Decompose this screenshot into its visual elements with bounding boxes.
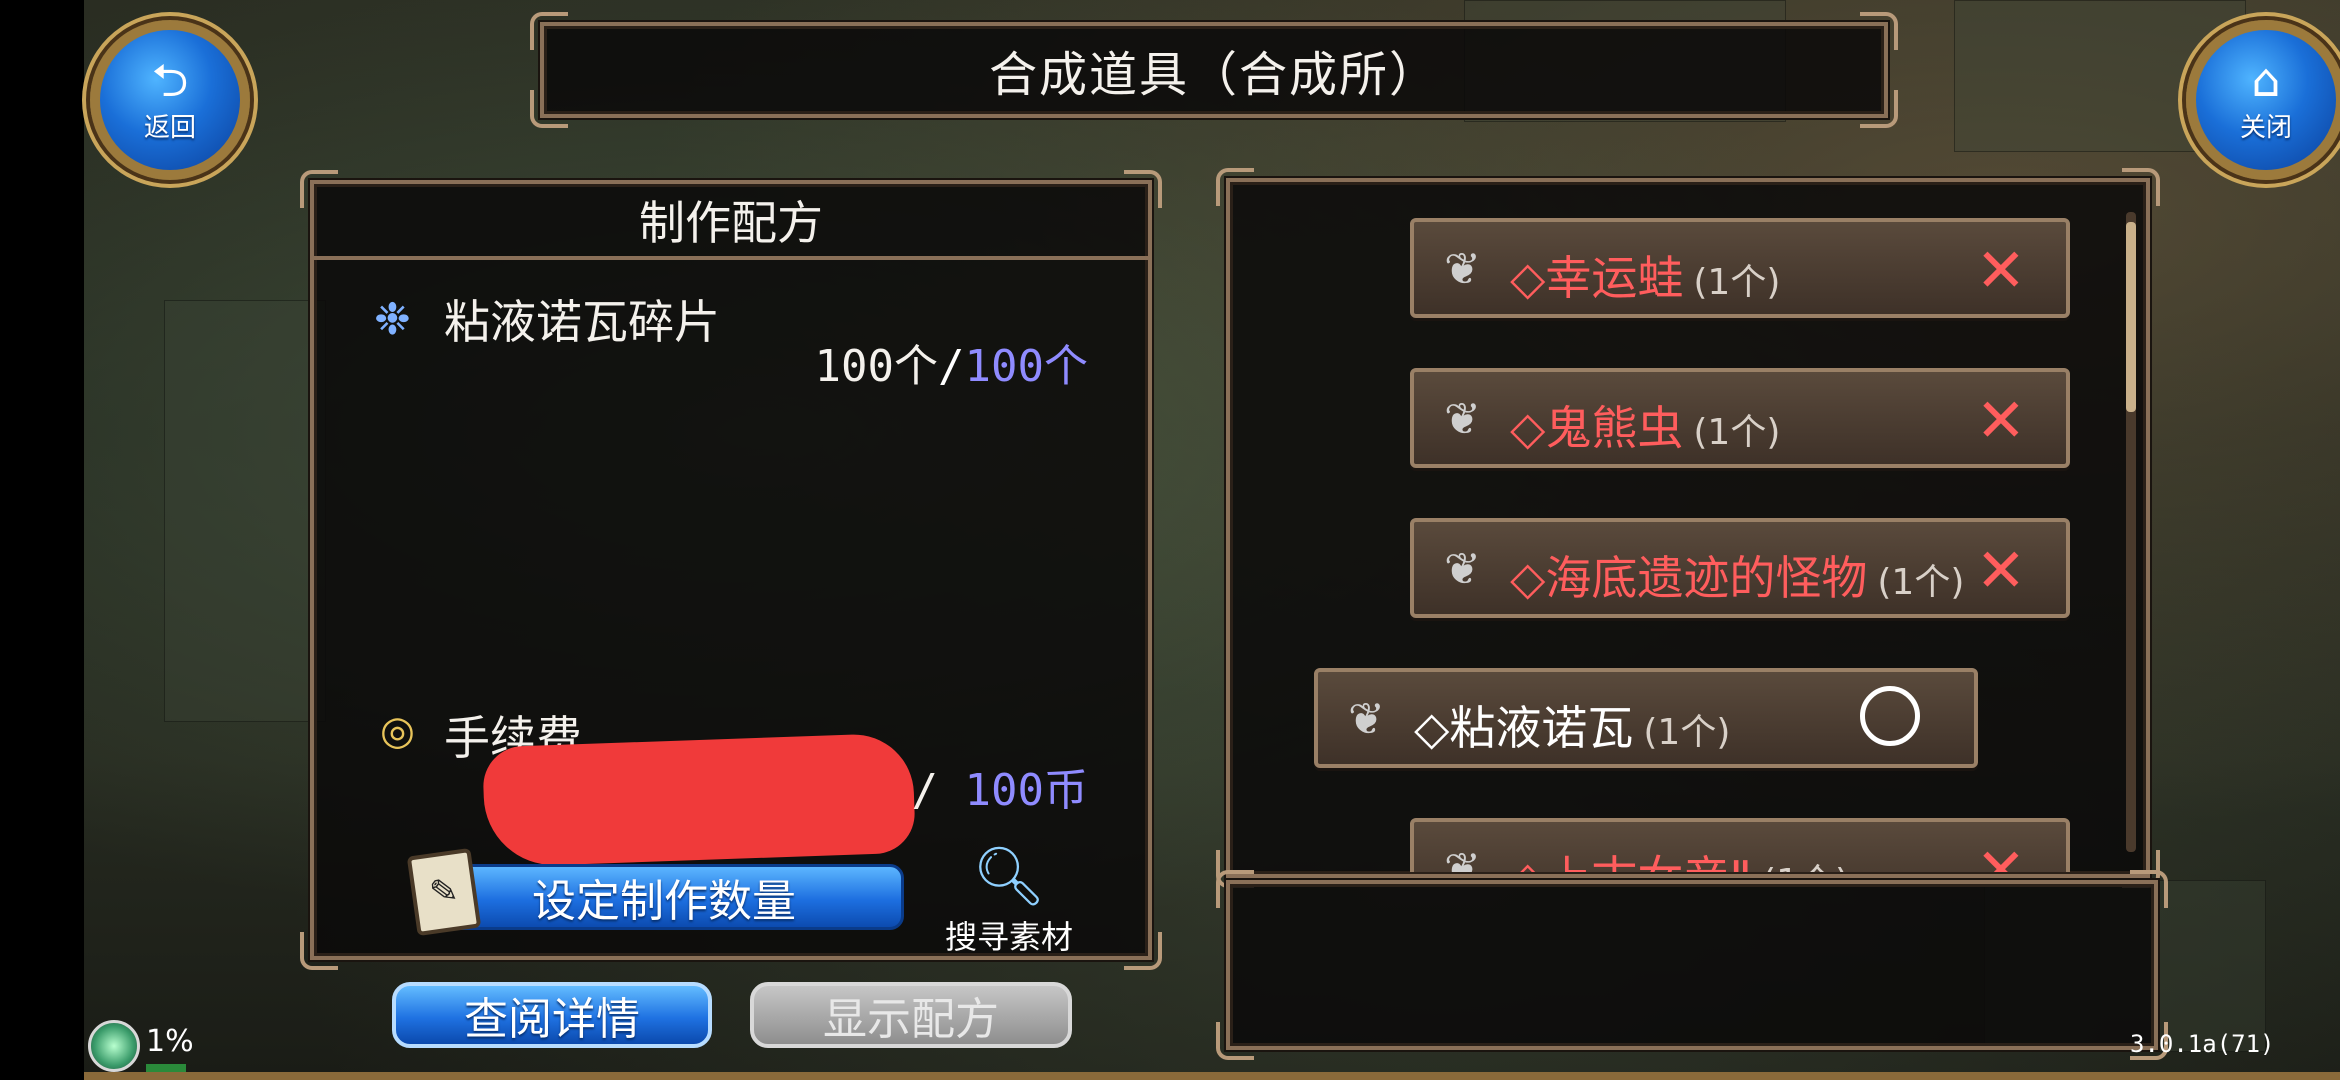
view-details-button[interactable]: 查阅详情	[392, 982, 712, 1048]
material-count: 100个/100个	[815, 330, 1088, 394]
material-name: 粘液诺瓦碎片	[444, 295, 720, 349]
creature-name: ◇粘液诺瓦	[1414, 701, 1634, 755]
slime-shard-icon: ❉	[374, 294, 411, 345]
close-button-label: 关闭	[2239, 112, 2292, 143]
creature-count: (1个)	[1693, 412, 1781, 453]
leaf-icon: ❦	[1444, 394, 1481, 445]
status-orb-icon[interactable]	[88, 1020, 140, 1072]
clipboard-icon: ✎	[406, 847, 482, 937]
circle-check-icon	[1860, 686, 1920, 746]
list-scroll-thumb[interactable]	[2126, 222, 2136, 412]
creature-list[interactable]: ❦ ◇幸运蛙 (1个) ✕ ❦ ◇鬼熊虫 (1个) ✕ ❦ ◇海底遗迹的怪物 (1个)…	[1230, 182, 2146, 872]
show-recipe-button[interactable]: 显示配方	[750, 982, 1072, 1048]
creature-count: (1个)	[1762, 862, 1849, 872]
close-button[interactable]: ⌂ 关闭	[2186, 20, 2340, 180]
recipe-panel: 制作配方 ❉ 粘液诺瓦碎片 100个/100个 ◎ 手续费 / 100币 设定制…	[300, 170, 1162, 970]
leaf-icon: ❦	[1444, 844, 1481, 872]
back-arrow-icon: ⮌	[151, 52, 189, 107]
home-icon: ⌂	[2251, 52, 2281, 107]
show-recipe-label: 显示配方	[823, 994, 999, 1045]
creature-count: (1个)	[1693, 262, 1781, 303]
cross-icon: ✕	[1975, 836, 2026, 872]
leaf-icon: ❦	[1444, 244, 1481, 295]
list-item[interactable]: ❦ ◇鬼熊虫 (1个) ✕	[1410, 368, 2070, 468]
set-quantity-button[interactable]: 设定制作数量	[424, 864, 904, 930]
cross-icon: ✕	[1975, 386, 2026, 456]
progress-percent: 1%	[146, 1024, 194, 1059]
progress-bar	[146, 1064, 186, 1072]
search-material-button[interactable]: 🔍︎ 搜寻素材	[934, 842, 1084, 956]
wall-texture	[164, 300, 326, 722]
creature-name: ◇幸运蛙	[1510, 251, 1684, 305]
title-bar: 合成道具（合成所）	[530, 12, 1898, 128]
back-button-label: 返回	[143, 112, 196, 143]
fee-sep: /	[911, 765, 939, 816]
list-item[interactable]: ❦ ◇上古女帝Ⅱ (1个) ✕	[1410, 818, 2070, 872]
creature-count: (1个)	[1877, 562, 1965, 603]
creature-name: ◇海底遗迹的怪物	[1510, 551, 1868, 605]
list-item[interactable]: ❦ ◇幸运蛙 (1个) ✕	[1410, 218, 2070, 318]
creature-name: ◇鬼熊虫	[1510, 401, 1684, 455]
list-item-selected[interactable]: ❦ ◇粘液诺瓦 (1个)	[1314, 668, 1978, 768]
material-have: 100个	[814, 341, 939, 392]
material-sep: /	[938, 341, 965, 392]
list-item[interactable]: ❦ ◇海底遗迹的怪物 (1个) ✕	[1410, 518, 2070, 618]
creature-list-panel: ❦ ◇幸运蛙 (1个) ✕ ❦ ◇鬼熊虫 (1个) ✕ ❦ ◇海底遗迹的怪物 (1个)…	[1216, 168, 2160, 888]
fee-amount: / 100币	[912, 754, 1088, 818]
creature-count: (1个)	[1643, 712, 1731, 753]
cross-icon: ✕	[1975, 536, 2026, 606]
coin-icon: ◎	[380, 708, 415, 754]
view-details-label: 查阅详情	[464, 994, 640, 1045]
page-title: 合成道具（合成所）	[988, 47, 1439, 103]
creature-name: ◇上古女帝Ⅱ	[1510, 851, 1752, 872]
info-panel	[1216, 870, 2168, 1060]
recipe-heading: 制作配方	[314, 184, 1148, 260]
version-label: 3.0.1a(71)	[2130, 1030, 2275, 1058]
fee-need: 100币	[964, 765, 1088, 816]
leaf-icon: ❦	[1444, 544, 1481, 595]
magnifier-icon: 🔍︎	[972, 842, 1046, 910]
back-button[interactable]: ⮌ 返回	[90, 20, 250, 180]
set-quantity-label: 设定制作数量	[532, 876, 796, 927]
search-material-label: 搜寻素材	[944, 918, 1073, 956]
cross-icon: ✕	[1975, 236, 2026, 306]
material-need: 100个	[964, 341, 1088, 392]
bottom-border	[84, 1072, 2340, 1080]
leaf-icon: ❦	[1348, 694, 1385, 745]
redacted-fee-amount	[482, 732, 916, 868]
